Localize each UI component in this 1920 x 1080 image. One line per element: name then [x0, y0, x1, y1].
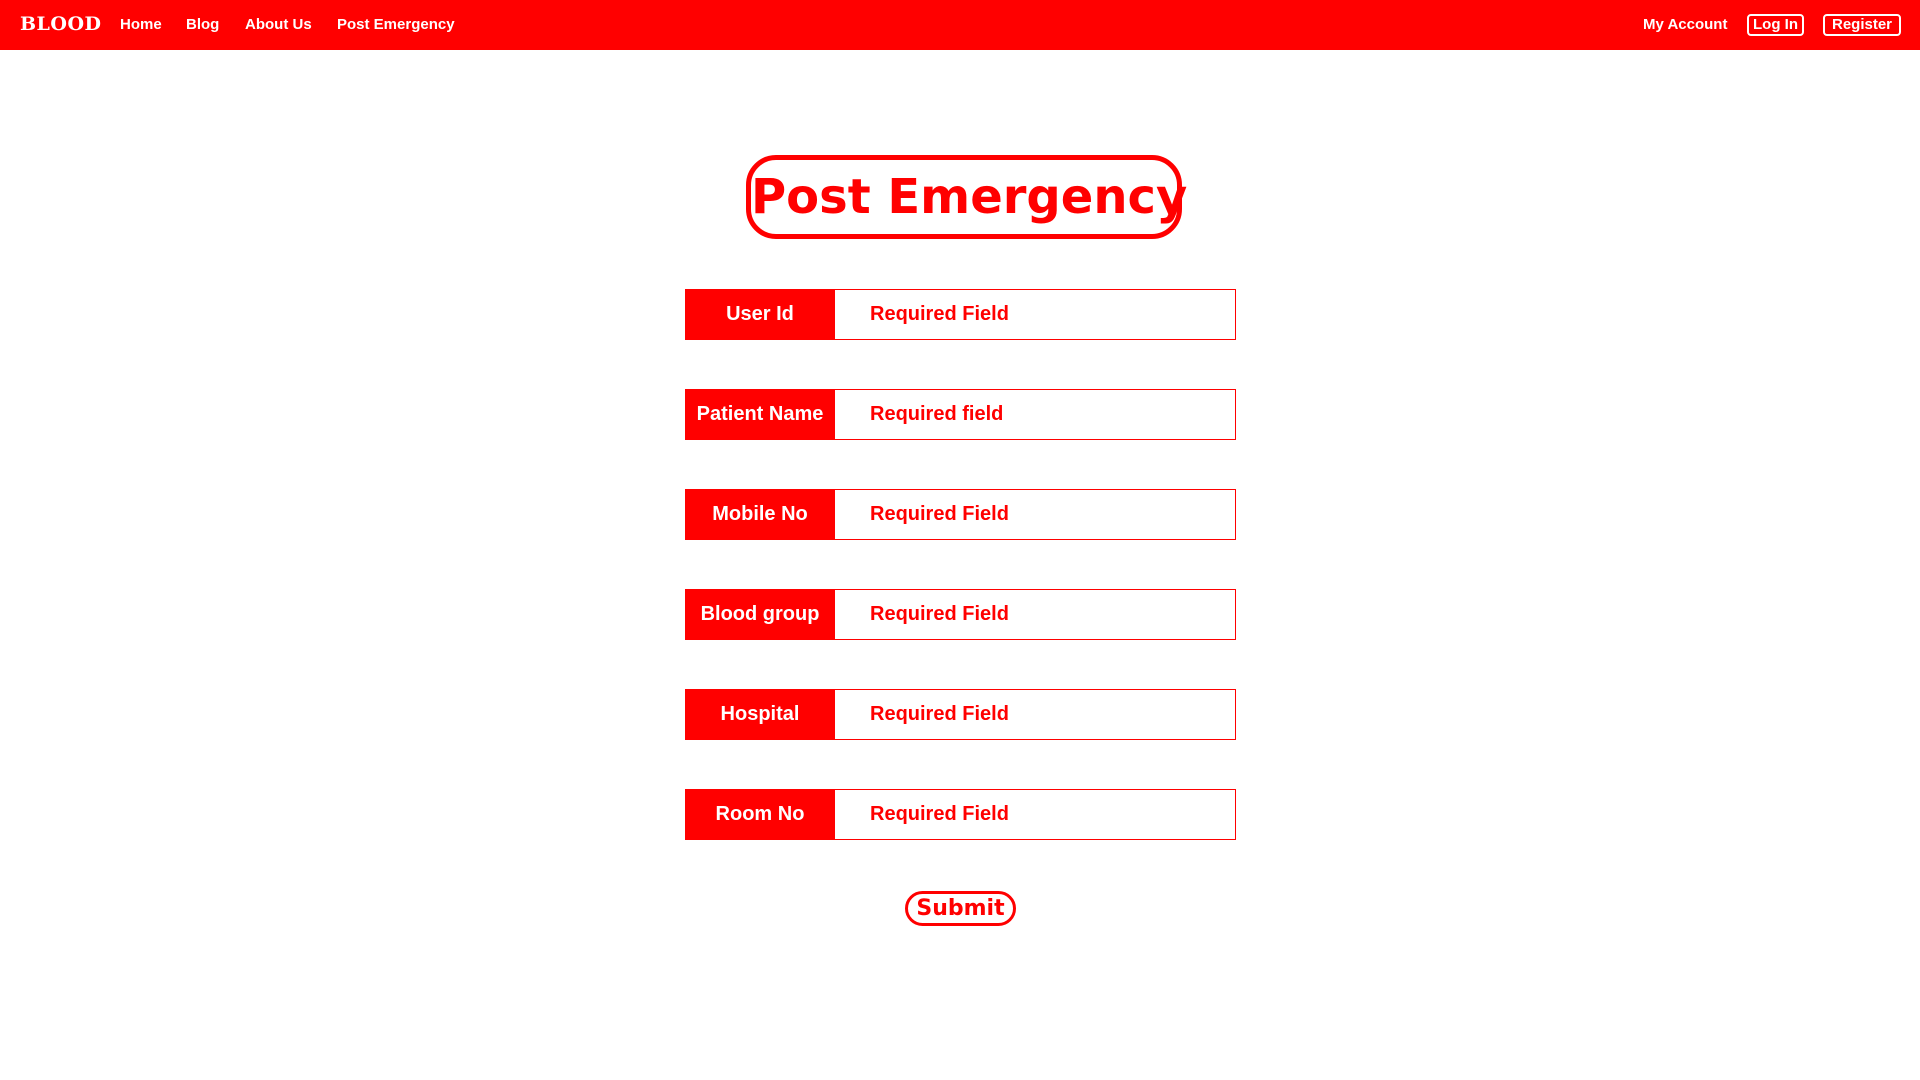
form-row-room-no: Room No — [685, 789, 1236, 840]
mobile-no-label: Mobile No — [685, 489, 835, 540]
form-row-hospital: Hospital — [685, 689, 1236, 740]
user-id-label: User Id — [685, 289, 835, 340]
blood-group-label: Blood group — [685, 589, 835, 640]
nav-link-my-account[interactable]: My Account — [1643, 16, 1727, 33]
hospital-label: Hospital — [685, 689, 835, 740]
nav-link-home[interactable]: Home — [120, 16, 162, 33]
room-no-label: Room No — [685, 789, 835, 840]
form-row-blood-group: Blood group — [685, 589, 1236, 640]
patient-name-label: Patient Name — [685, 389, 835, 440]
page-title: Post Emergency — [746, 155, 1187, 239]
register-button[interactable]: Register — [1823, 14, 1901, 36]
room-no-input[interactable] — [835, 789, 1236, 840]
user-id-input[interactable] — [835, 289, 1236, 340]
brand-logo[interactable]: BLOOD — [20, 13, 102, 35]
mobile-no-input[interactable] — [835, 489, 1236, 540]
blood-group-input[interactable] — [835, 589, 1236, 640]
form-row-patient-name: Patient Name — [685, 389, 1236, 440]
form-row-user-id: User Id — [685, 289, 1236, 340]
top-navbar: BLOOD Home Blog About Us Post Emergency … — [0, 0, 1920, 50]
nav-link-blog[interactable]: Blog — [186, 16, 219, 33]
patient-name-input[interactable] — [835, 389, 1236, 440]
hospital-input[interactable] — [835, 689, 1236, 740]
form-row-mobile-no: Mobile No — [685, 489, 1236, 540]
submit-button[interactable]: Submit — [905, 891, 1016, 926]
nav-link-post-emergency[interactable]: Post Emergency — [337, 16, 455, 33]
nav-link-about-us[interactable]: About Us — [245, 16, 312, 33]
login-button[interactable]: Log In — [1747, 14, 1804, 36]
